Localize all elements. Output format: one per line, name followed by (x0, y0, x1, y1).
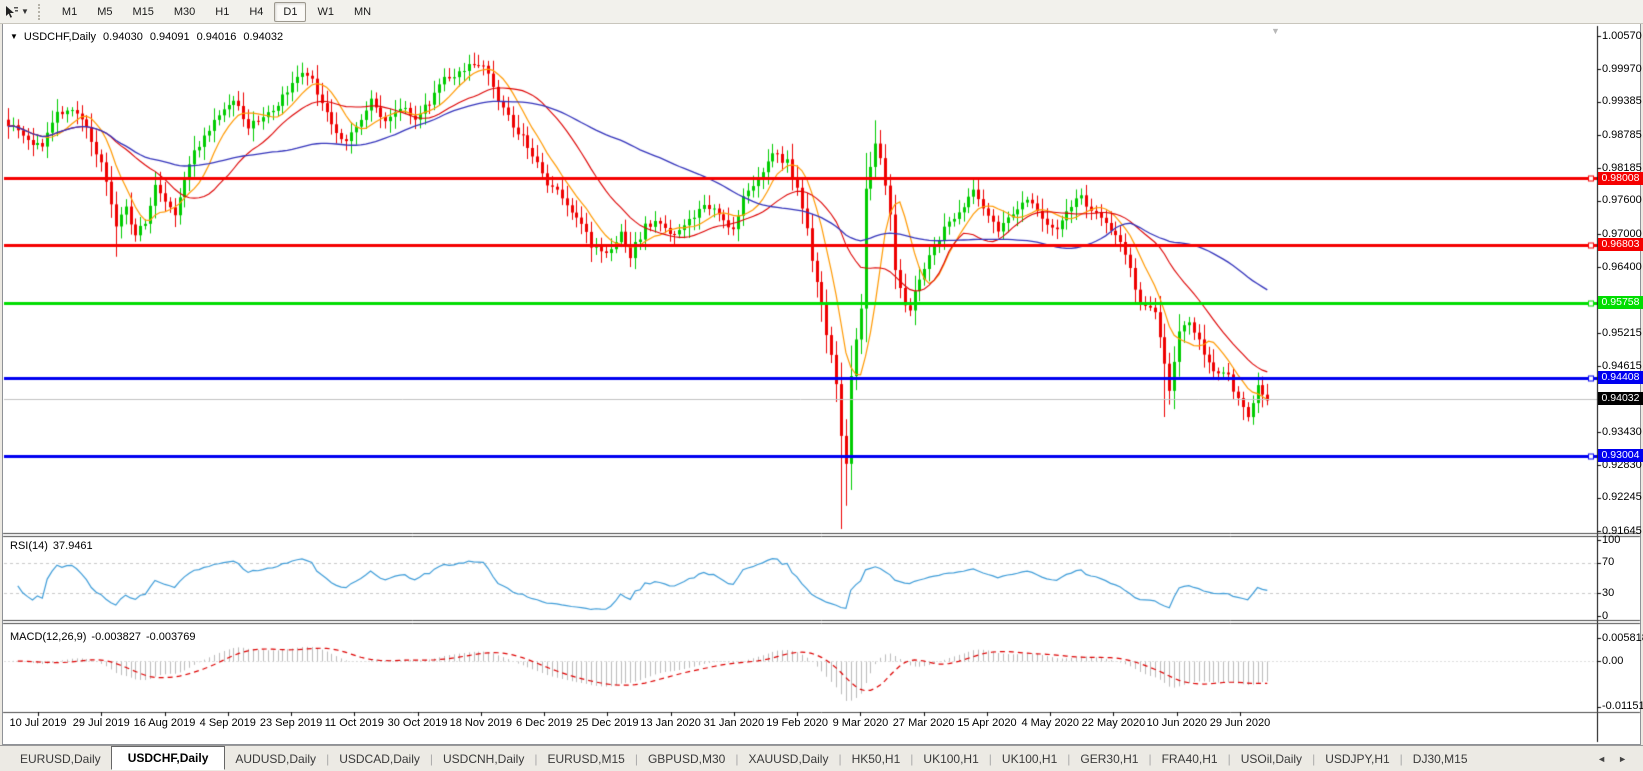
tab-usdcad-daily[interactable]: USDCAD,Daily (329, 748, 430, 770)
timeframe-button-H4[interactable]: H4 (240, 2, 272, 22)
timeframe-button-M30[interactable]: M30 (165, 2, 204, 22)
chevron-down-icon[interactable]: ▼ (21, 7, 29, 16)
tab-eurusd-daily[interactable]: EURUSD,Daily (10, 748, 111, 770)
tab-usdchf-daily[interactable]: USDCHF,Daily (111, 746, 226, 770)
tab-dj30-m15[interactable]: DJ30,M15 (1403, 748, 1478, 770)
timeframe-button-D1[interactable]: D1 (274, 2, 306, 22)
timeframe-button-H1[interactable]: H1 (206, 2, 238, 22)
chart-tab-bar: EURUSD,DailyUSDCHF,DailyAUDUSD,Daily|USD… (0, 745, 1643, 771)
tab-hk50-h1[interactable]: HK50,H1 (842, 748, 911, 770)
timeframe-toolbar: ▼ M1M5M15M30H1H4D1W1MN (0, 0, 1643, 24)
toolbar-grip (38, 4, 43, 20)
tab-uk100-h1[interactable]: UK100,H1 (992, 748, 1067, 770)
tab-ger30-h1[interactable]: GER30,H1 (1070, 748, 1148, 770)
tab-gbpusd-m30[interactable]: GBPUSD,M30 (638, 748, 735, 770)
tab-usdjpy-h1[interactable]: USDJPY,H1 (1315, 748, 1399, 770)
tab-xauusd-daily[interactable]: XAUUSD,Daily (738, 748, 838, 770)
tab-scroll-arrows: ◄► (1581, 754, 1643, 764)
timeframe-button-M1[interactable]: M1 (53, 2, 86, 22)
tab-usoil-daily[interactable]: USOil,Daily (1231, 748, 1312, 770)
chart-canvas[interactable] (0, 0, 1643, 771)
tab-eurusd-m15[interactable]: EURUSD,M15 (537, 748, 634, 770)
crosshair-tool-icon (3, 4, 19, 20)
timeframe-button-M15[interactable]: M15 (123, 2, 162, 22)
tab-fra40-h1[interactable]: FRA40,H1 (1152, 748, 1228, 770)
timeframe-button-MN[interactable]: MN (345, 2, 380, 22)
timeframe-button-W1[interactable]: W1 (308, 2, 343, 22)
tabs-scroll-right-icon[interactable]: ► (1618, 754, 1627, 764)
cursor-tool[interactable]: ▼ (0, 4, 34, 20)
timeframe-button-M5[interactable]: M5 (88, 2, 121, 22)
tab-audusd-daily[interactable]: AUDUSD,Daily (225, 748, 326, 770)
timeframe-buttons: M1M5M15M30H1H4D1W1MN (49, 2, 384, 22)
tabs-scroll-left-icon[interactable]: ◄ (1597, 754, 1606, 764)
tab-uk100-h1[interactable]: UK100,H1 (913, 748, 988, 770)
tab-usdcnh-daily[interactable]: USDCNH,Daily (433, 748, 534, 770)
